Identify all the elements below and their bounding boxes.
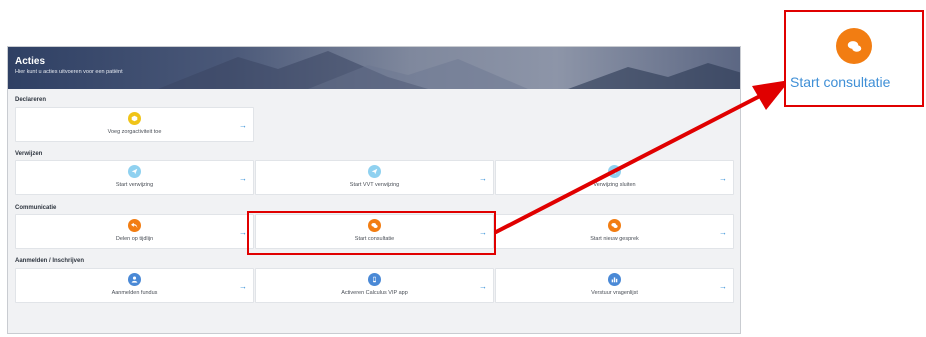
user-icon [128, 273, 141, 286]
actions-panel: Acties Hier kunt u acties uitvoeren voor… [7, 46, 741, 334]
arrow-right-icon: → [719, 228, 727, 237]
card-label: Start verwijzing [115, 182, 154, 188]
arrow-right-icon: → [239, 228, 247, 237]
card-start-vvt-verwijzing[interactable]: Start VVT verwijzing → [255, 160, 494, 195]
card-delen-op-tijdlijn[interactable]: Delen op tijdlijn → [15, 214, 254, 249]
card-label: Verstuur vragenlijst [591, 290, 638, 296]
arrow-right-icon: → [719, 174, 727, 183]
send-icon [368, 165, 381, 178]
send-icon [128, 165, 141, 178]
card-label: Voeg zorgactiviteit toe [107, 129, 162, 135]
mountain-banner [158, 51, 740, 89]
page-title: Acties [15, 56, 46, 67]
section-label-verwijzen: Verwijzen [15, 151, 43, 157]
card-label: Verwijzing sluiten [593, 182, 636, 188]
page-subtitle: Hier kunt u acties uitvoeren voor een pa… [15, 69, 123, 75]
cube-icon [128, 112, 141, 125]
card-voeg-zorgactiviteit[interactable]: Voeg zorgactiviteit toe → [15, 107, 254, 142]
arrow-right-icon: → [239, 174, 247, 183]
arrow-right-icon: → [479, 174, 487, 183]
chat-icon [836, 28, 872, 64]
card-label: Start nieuw gesprek [590, 236, 639, 242]
card-label: Delen op tijdlijn [115, 236, 154, 242]
send-icon [608, 165, 621, 178]
arrow-right-icon: → [719, 282, 727, 291]
section-label-aanmelden: Aanmelden / Inschrijven [15, 258, 85, 264]
arrow-right-icon: → [239, 121, 247, 130]
section-label-communicatie: Communicatie [15, 205, 57, 211]
card-start-nieuw-gesprek[interactable]: Start nieuw gesprek → [495, 214, 734, 249]
zoom-label: Start consultatie [790, 74, 891, 90]
card-label: Aanmelden fundus [111, 290, 158, 296]
panel-header: Acties Hier kunt u acties uitvoeren voor… [8, 47, 740, 89]
share-icon [128, 219, 141, 232]
arrow-right-icon: → [479, 282, 487, 291]
card-label: Activeren Calculus VIP app [341, 290, 408, 296]
card-start-verwijzing[interactable]: Start verwijzing → [15, 160, 254, 195]
section-label-declareren: Declareren [15, 97, 47, 103]
zoom-callout: Start consultatie [784, 10, 924, 107]
card-verstuur-vragenlijst[interactable]: Verstuur vragenlijst → [495, 268, 734, 303]
card-aanmelden-fundus[interactable]: Aanmelden fundus → [15, 268, 254, 303]
card-activeren-calculus[interactable]: Activeren Calculus VIP app → [255, 268, 494, 303]
arrow-right-icon: → [239, 282, 247, 291]
chat-icon [608, 219, 621, 232]
card-label: Start VVT verwijzing [349, 182, 400, 188]
card-verwijzing-sluiten[interactable]: Verwijzing sluiten → [495, 160, 734, 195]
mobile-icon [368, 273, 381, 286]
highlight-box [247, 211, 496, 255]
bar-chart-icon [608, 273, 621, 286]
